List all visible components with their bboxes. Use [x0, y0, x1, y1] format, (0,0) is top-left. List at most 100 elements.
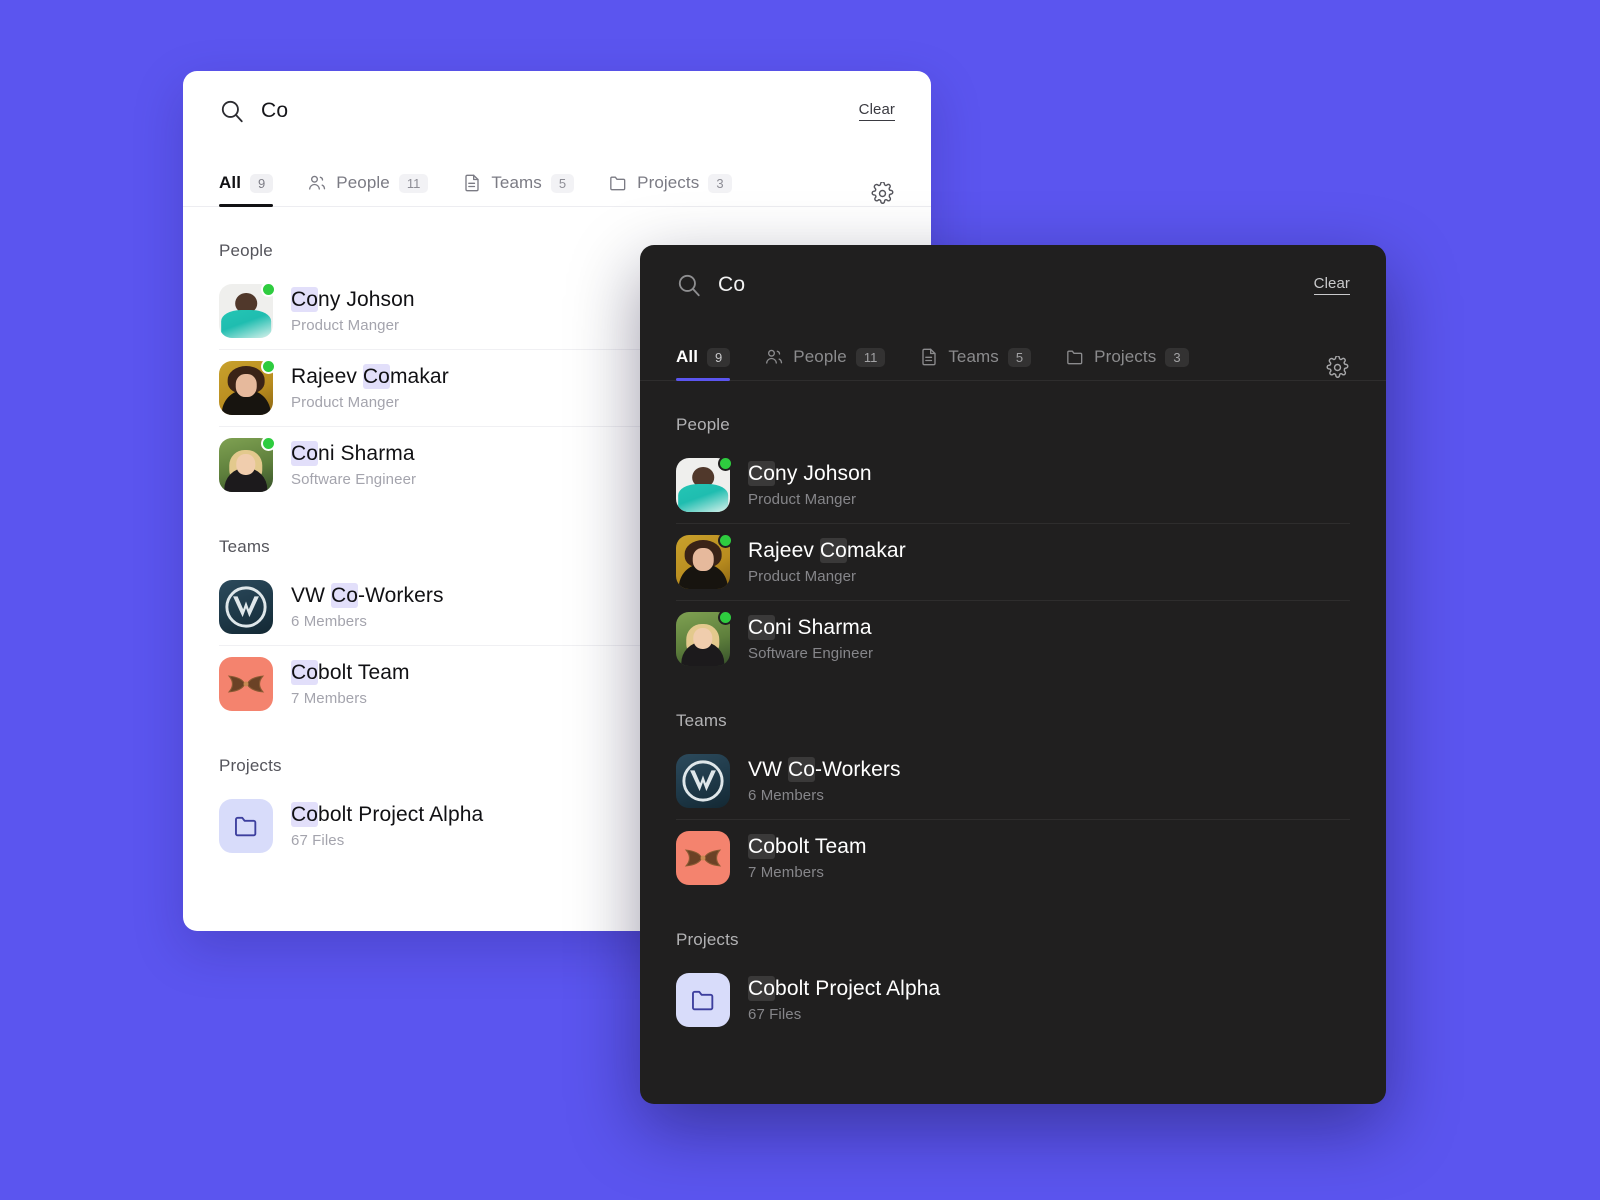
list-item-subtitle: 67 Files: [748, 1005, 802, 1023]
tab-projects[interactable]: Projects 3: [608, 173, 732, 206]
list-item-text: Rajeev Comakar Product Manger: [291, 364, 449, 411]
search-input-light[interactable]: Co: [261, 99, 859, 123]
gear-icon[interactable]: [1326, 356, 1350, 380]
list-item-text: VW Co-Workers 6 Members: [291, 583, 444, 630]
avatar: [676, 754, 730, 808]
section-heading: Projects: [676, 930, 739, 949]
tab-people[interactable]: People 11: [764, 347, 886, 380]
avatar-image: [676, 973, 730, 1027]
search-match-highlight: Co: [291, 660, 319, 686]
list-item-text: Coni Sharma Software Engineer: [291, 441, 417, 488]
title-suffix: ni Sharma: [775, 616, 872, 640]
list-item-title: VW Co-Workers: [291, 583, 444, 609]
list-item[interactable]: VW Co-Workers 6 Members: [676, 743, 1350, 819]
list-item-text: VW Co-Workers 6 Members: [748, 757, 901, 804]
search-match-highlight: Co: [748, 976, 776, 1002]
avatar: [676, 831, 730, 885]
title-prefix: VW: [291, 584, 331, 608]
list-item[interactable]: Cobolt Team 7 Members: [676, 819, 1350, 896]
search-match-highlight: Co: [819, 538, 847, 564]
clear-button-light[interactable]: Clear: [858, 101, 895, 121]
tab-people-count: 11: [855, 347, 886, 367]
tab-all[interactable]: All 9: [219, 173, 274, 207]
tab-all[interactable]: All 9: [676, 347, 731, 381]
tab-people-label: People: [793, 347, 847, 366]
people-icon: [764, 347, 784, 367]
list-item-subtitle: Software Engineer: [748, 644, 874, 662]
list-item-subtitle: Software Engineer: [291, 470, 417, 488]
title-suffix: ni Sharma: [318, 442, 415, 466]
results-list-dark: People Cony Johson Product Manger Rajeev Co…: [640, 381, 1386, 1038]
search-input-dark[interactable]: Co: [718, 273, 1314, 297]
search-match-highlight: Co: [787, 757, 816, 783]
gear-icon[interactable]: [871, 182, 895, 206]
online-status-badge: [718, 456, 733, 471]
list-item[interactable]: Cobolt Project Alpha 67 Files: [676, 962, 1350, 1038]
title-prefix: VW: [748, 758, 788, 782]
tab-teams[interactable]: Teams 5: [919, 347, 1032, 380]
list-item-title: Rajeev Comakar: [748, 538, 906, 564]
avatar: [219, 799, 273, 853]
online-status-badge: [261, 282, 276, 297]
search-match-highlight: Co: [362, 364, 390, 390]
avatar: [219, 282, 276, 338]
list-item-text: Cobolt Team 7 Members: [748, 834, 867, 881]
list-item-text: Cony Johson Product Manger: [291, 287, 415, 334]
online-status-badge: [261, 436, 276, 451]
list-item-text: Cony Johson Product Manger: [748, 461, 872, 508]
tab-all-count: 9: [250, 173, 274, 193]
list-item[interactable]: Coni Sharma Software Engineer: [676, 600, 1350, 677]
list-item-title: Cobolt Team: [291, 660, 410, 686]
title-prefix: Rajeev: [748, 539, 820, 563]
section-heading: Teams: [676, 711, 727, 730]
search-match-highlight: Co: [330, 583, 359, 609]
document-icon: [462, 173, 482, 193]
avatar: [676, 973, 730, 1027]
list-item[interactable]: Cony Johson Product Manger: [676, 447, 1350, 523]
tab-projects-count: 3: [1165, 347, 1189, 367]
list-item-subtitle: Product Manger: [291, 393, 400, 411]
list-item-text: Cobolt Project Alpha 67 Files: [291, 802, 483, 849]
list-item-subtitle: 67 Files: [291, 831, 345, 849]
title-suffix: ny Johson: [775, 462, 872, 486]
tab-all-label: All: [676, 347, 699, 366]
people-icon: [307, 173, 327, 193]
search-bar-light: Co Clear: [183, 71, 931, 151]
tab-people-count: 11: [398, 173, 429, 193]
list-item-title: Cony Johson: [291, 287, 415, 313]
tab-all-count: 9: [707, 347, 731, 367]
list-item-subtitle: 7 Members: [291, 689, 367, 707]
list-item-title: Cobolt Project Alpha: [748, 976, 941, 1002]
tab-projects-label: Projects: [1094, 347, 1157, 366]
document-icon: [919, 347, 939, 367]
list-item[interactable]: Rajeev Comakar Product Manger: [676, 523, 1350, 600]
title-suffix: bolt Team: [318, 661, 410, 685]
avatar-image: [219, 657, 273, 711]
tab-projects[interactable]: Projects 3: [1065, 347, 1189, 380]
tab-people[interactable]: People 11: [307, 173, 429, 206]
avatar: [219, 580, 273, 634]
search-match-highlight: Co: [291, 802, 319, 828]
tab-projects-count: 3: [708, 173, 732, 193]
avatar-image: [676, 831, 730, 885]
search-match-highlight: Co: [291, 441, 319, 467]
online-status-badge: [718, 533, 733, 548]
avatar-image: [219, 580, 273, 634]
title-suffix: -Workers: [358, 584, 444, 608]
title-suffix: makar: [846, 539, 906, 563]
clear-button-dark[interactable]: Clear: [1313, 275, 1350, 295]
tab-bar-dark: All 9 People 11 Teams 5 Projects 3: [640, 325, 1386, 381]
list-item-subtitle: Product Manger: [291, 316, 400, 334]
list-item-title: Cobolt Team: [748, 834, 867, 860]
title-suffix: makar: [389, 365, 449, 389]
avatar: [676, 456, 733, 512]
folder-icon: [608, 173, 628, 193]
list-item-title: VW Co-Workers: [748, 757, 901, 783]
online-status-badge: [718, 610, 733, 625]
list-item-text: Cobolt Team 7 Members: [291, 660, 410, 707]
title-suffix: bolt Project Alpha: [775, 977, 941, 1001]
list-item-title: Rajeev Comakar: [291, 364, 449, 390]
tab-teams[interactable]: Teams 5: [462, 173, 575, 206]
list-item-subtitle: 7 Members: [748, 863, 824, 881]
folder-icon: [1065, 347, 1085, 367]
